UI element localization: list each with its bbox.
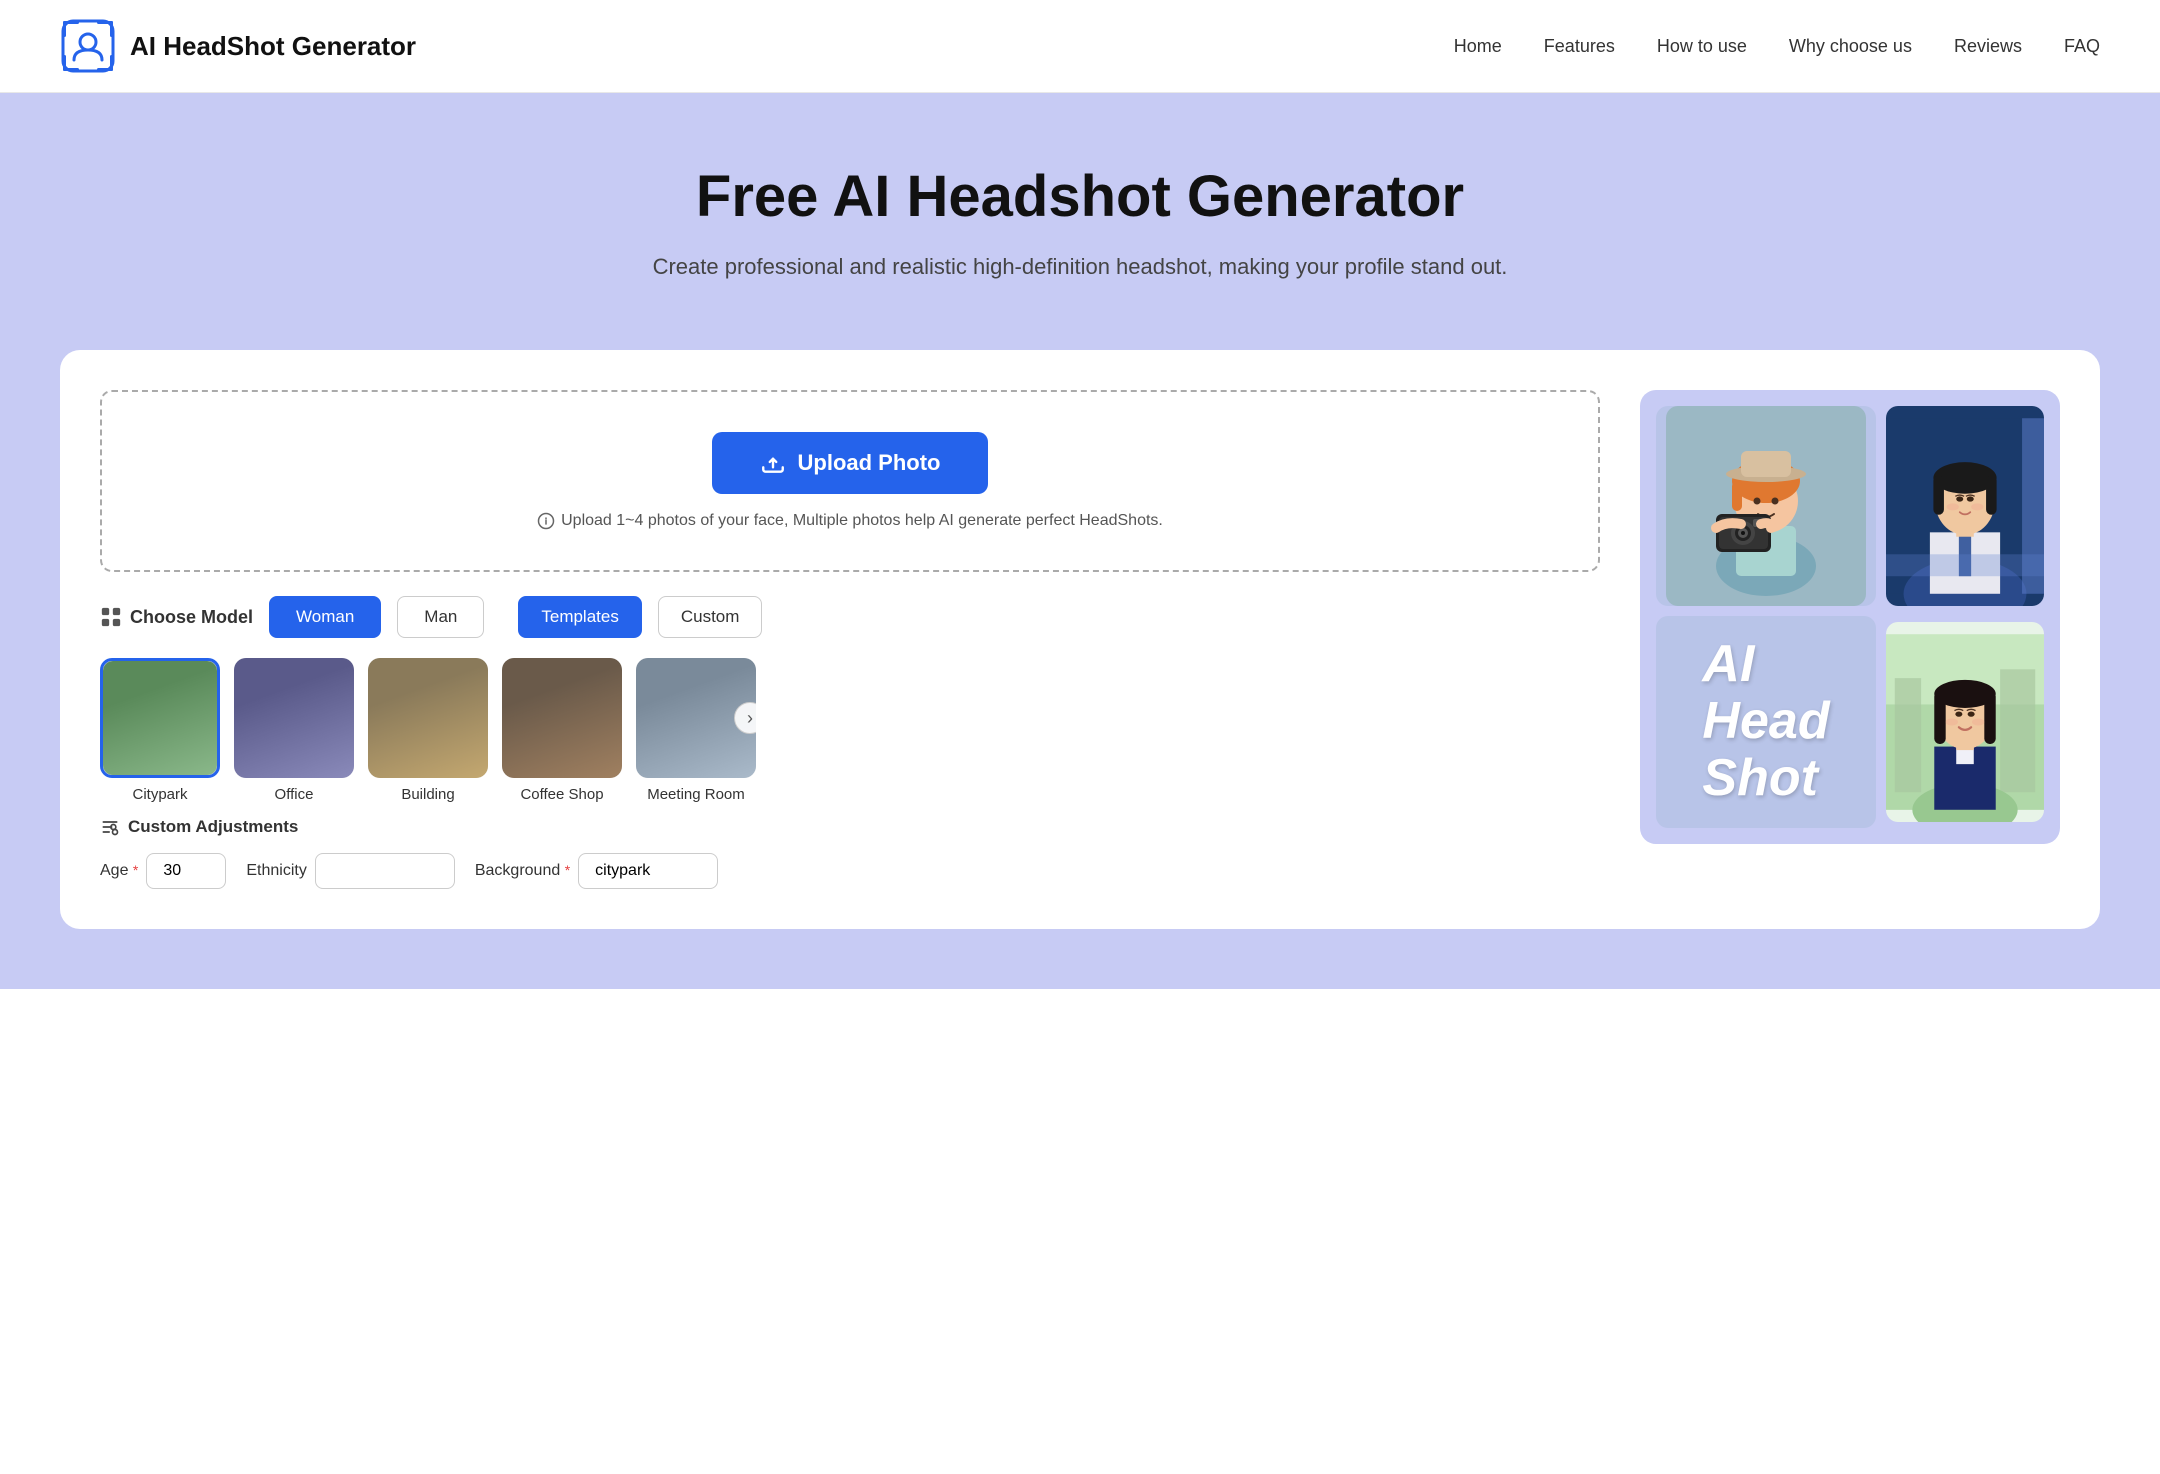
ethnicity-input[interactable] [315,853,455,889]
content-card: Upload Photo Upload 1~4 photos of your f… [60,350,2100,929]
template-name-4: Meeting Room [647,786,745,803]
ethnicity-field-group: Ethnicity [246,853,454,889]
gender-woman-button[interactable]: Woman [269,596,381,638]
age-field-group: Age * [100,853,226,889]
template-name-3: Coffee Shop [520,786,603,803]
custom-adj-label: Custom Adjustments [128,817,298,837]
gender-man-button[interactable]: Man [397,596,484,638]
header: AI HeadShot Generator Home Features How … [0,0,2160,93]
template-name-0: Citypark [132,786,187,803]
logo-area: AI HeadShot Generator [60,18,416,74]
logo-icon [60,18,116,74]
nav-home[interactable]: Home [1454,36,1502,57]
info-icon [537,512,555,530]
nav-why-choose-us[interactable]: Why choose us [1789,36,1912,57]
template-name-1: Office [275,786,314,803]
template-meeting-room[interactable]: › Meeting Room [636,658,756,803]
model-label-text: Choose Model [130,607,253,628]
nav-reviews[interactable]: Reviews [1954,36,2022,57]
age-label: Age * [100,862,138,880]
collage-right-bottom [1886,622,2044,822]
template-photo-3 [368,658,488,778]
background-input[interactable] [578,853,718,889]
nav-features[interactable]: Features [1544,36,1615,57]
template-coffee-shop[interactable]: Coffee Shop [502,658,622,803]
template-img-office [234,658,354,778]
model-label: Choose Model [100,606,253,628]
upload-icon [760,450,786,476]
ai-head-shot-text: AIHeadShot [1702,636,1829,808]
mode-templates-button[interactable]: Templates [518,596,641,638]
model-row: Choose Model Woman Man Templates Custom [100,596,1600,638]
template-grid: Citypark Office Building [100,658,1600,803]
mode-custom-button[interactable]: Custom [658,596,763,638]
ai-text-box: AIHeadShot [1656,616,1876,828]
template-img-citypark [100,658,220,778]
template-img-building [368,658,488,778]
template-photo-1 [103,661,217,775]
hero-section: Free AI Headshot Generator Create profes… [0,93,2160,330]
left-panel: Upload Photo Upload 1~4 photos of your f… [100,390,1600,889]
upload-photo-label: Upload Photo [798,450,941,476]
upload-area: Upload Photo Upload 1~4 photos of your f… [100,390,1600,572]
illustration-box [1656,406,1876,606]
upload-hint-text: Upload 1~4 photos of your face, Multiple… [561,512,1163,530]
headshot-green-preview [1886,622,2044,822]
camera-person-illustration [1666,406,1866,606]
collage-left: AIHeadShot [1656,406,1876,828]
nav-faq[interactable]: FAQ [2064,36,2100,57]
model-icon [100,606,122,628]
template-building[interactable]: Building [368,658,488,803]
custom-adjustments-row: Custom Adjustments [100,817,1600,837]
template-citypark[interactable]: Citypark [100,658,220,803]
template-name-2: Building [401,786,454,803]
template-img-meeting: › [636,658,756,778]
logo-text: AI HeadShot Generator [130,31,416,62]
preview-collage: AIHeadShot [1640,390,2060,844]
background-field-group: Background * [475,853,718,889]
template-img-coffee [502,658,622,778]
collage-right-top [1886,406,2044,606]
hero-title: Free AI Headshot Generator [60,163,2100,230]
right-panel: AIHeadShot [1640,390,2060,844]
template-photo-4 [502,658,622,778]
hero-subtitle: Create professional and realistic high-d… [60,254,2100,280]
headshot-dark-preview [1886,406,2044,606]
main-nav: Home Features How to use Why choose us R… [1454,36,2100,57]
background-label: Background * [475,862,570,880]
nav-how-to-use[interactable]: How to use [1657,36,1747,57]
adjustments-icon [100,817,120,837]
main-section: Upload Photo Upload 1~4 photos of your f… [0,330,2160,989]
fields-row: Age * Ethnicity Background * [100,853,1600,889]
upload-photo-button[interactable]: Upload Photo [712,432,989,494]
ethnicity-label: Ethnicity [246,862,306,880]
upload-hint: Upload 1~4 photos of your face, Multiple… [132,512,1568,530]
template-photo-2 [234,658,354,778]
template-office[interactable]: Office [234,658,354,803]
age-input[interactable] [146,853,226,889]
